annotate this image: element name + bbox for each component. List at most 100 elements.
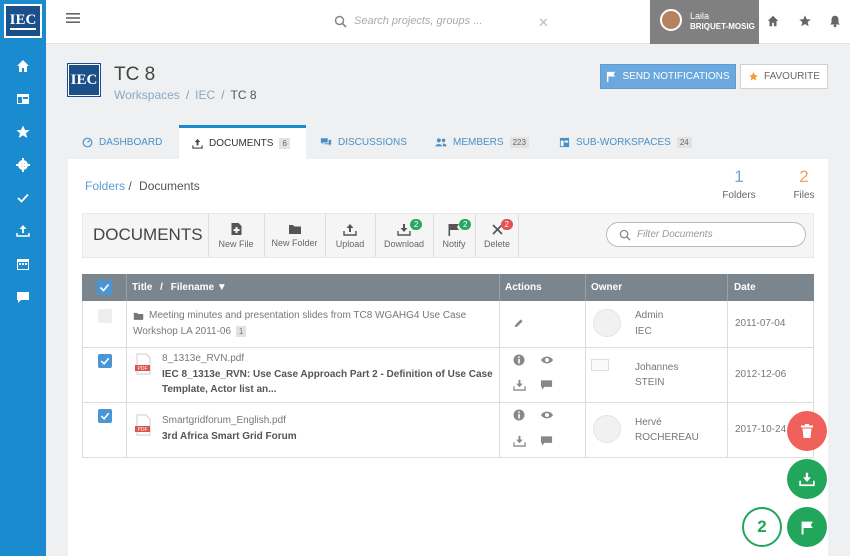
new-file-button[interactable]: New File (208, 214, 263, 257)
actions-header: Actions (505, 282, 542, 293)
comment-icon[interactable] (540, 379, 553, 391)
global-search[interactable]: Search projects, groups ... ✕ (334, 13, 549, 31)
breadcrumb-folders[interactable]: Folders (85, 179, 125, 193)
download-icon (799, 472, 815, 487)
tab-documents[interactable]: DOCUMENTS 6 (179, 125, 306, 159)
document-title[interactable]: 3rd Africa Smart Grid Forum (162, 431, 297, 442)
tab-dashboard[interactable]: DASHBOARD (82, 125, 162, 159)
eye-icon[interactable] (540, 355, 554, 365)
notify-fab[interactable] (787, 507, 827, 547)
calendar-icon[interactable] (15, 256, 31, 272)
folder-breadcrumb: Folders / Documents (85, 179, 200, 193)
search-input[interactable]: Search projects, groups ... (354, 15, 482, 27)
favourite-button[interactable]: FAVOURITE (740, 64, 828, 89)
home-icon[interactable] (766, 14, 780, 28)
breadcrumb-current: Documents (139, 179, 200, 193)
home-icon[interactable] (15, 58, 31, 74)
documents-toolbar: DOCUMENTS New File New Folder Upload 2 D… (82, 213, 814, 258)
check-icon (99, 283, 110, 292)
logo-text: IEC (9, 12, 37, 30)
row-checkbox[interactable] (98, 354, 112, 368)
document-title[interactable]: IEC 8_1313e_RVN: Use Case Approach Part … (162, 369, 493, 380)
breadcrumb-iec[interactable]: IEC (195, 88, 215, 102)
settings-icon[interactable] (15, 157, 31, 173)
document-title-line2[interactable]: Template, Actor list an... (162, 384, 276, 395)
tab-discussions[interactable]: DISCUSSIONS (320, 125, 407, 159)
tab-label: DISCUSSIONS (338, 136, 407, 148)
download-button[interactable]: 2 Download (375, 214, 432, 257)
user-menu[interactable]: Laila BRIQUET-MOSIG (650, 0, 759, 44)
download-label: Download (383, 238, 425, 249)
row-checkbox[interactable] (98, 409, 112, 423)
filter-documents-input[interactable]: Filter Documents (606, 222, 806, 247)
files-count: 2 (799, 167, 809, 186)
folder-name-line2[interactable]: Workshop LA 2011-06 1 (133, 326, 247, 337)
workspace-logo: IEC (67, 63, 101, 97)
tab-label: SUB-WORKSPACES (576, 136, 671, 148)
breadcrumb-separator: / (185, 88, 190, 102)
notify-button[interactable]: 2 Notify (433, 214, 474, 257)
selected-count: 2 (757, 517, 767, 536)
tab-sub-workspaces[interactable]: SUB-WORKSPACES 24 (559, 125, 692, 159)
download-badge: 2 (410, 218, 423, 230)
eye-icon[interactable] (540, 410, 554, 420)
dashboard-icon (82, 137, 93, 147)
upload-icon (192, 138, 203, 149)
table-row[interactable]: PDF Smartgridforum_English.pdf 3rd Afric… (82, 403, 814, 458)
delete-fab[interactable] (787, 411, 827, 451)
folders-count: 1 (734, 167, 744, 186)
favourite-label: FAVOURITE (764, 71, 820, 82)
tab-label: DASHBOARD (99, 136, 163, 148)
file-name[interactable]: 8_1313e_RVN.pdf (162, 353, 244, 364)
sort-desc-icon: ▼ (216, 282, 227, 293)
send-notifications-label: SEND NOTIFICATIONS (622, 71, 730, 82)
star-icon[interactable] (798, 14, 812, 28)
topbar: Search projects, groups ... ✕ Laila BRIQ… (46, 0, 850, 44)
table-row[interactable]: PDF 8_1313e_RVN.pdf IEC 8_1313e_RVN: Use… (82, 348, 814, 403)
download-icon[interactable] (513, 379, 526, 391)
chat-icon[interactable] (15, 289, 31, 305)
info-icon[interactable] (513, 354, 525, 366)
breadcrumb-workspaces[interactable]: Workspaces (114, 88, 180, 102)
delete-label: Delete (483, 238, 510, 249)
selected-count-fab[interactable]: 2 (742, 507, 782, 547)
owner-header[interactable]: Owner (591, 274, 622, 301)
upload-icon[interactable] (15, 223, 31, 239)
user-first-name: Laila (690, 11, 710, 21)
folder-icon (288, 225, 301, 234)
comment-icon[interactable] (540, 435, 553, 447)
pencil-icon[interactable] (513, 318, 524, 329)
date-header[interactable]: Date (734, 274, 756, 301)
iec-logo[interactable]: IEC (4, 4, 42, 38)
delete-button[interactable]: 2 Delete (475, 214, 519, 257)
search-icon (334, 15, 347, 28)
owner-avatar (593, 415, 621, 443)
star-icon[interactable] (15, 124, 31, 140)
flag-icon (607, 71, 616, 82)
send-notifications-button[interactable]: SEND NOTIFICATIONS (600, 64, 736, 89)
documents-title: DOCUMENTS (93, 225, 203, 244)
table-header: Title / Filename ▼ Actions Owner Date (82, 274, 814, 301)
file-name[interactable]: Smartgridforum_English.pdf (162, 415, 286, 426)
table-row[interactable]: Meeting minutes and presentation slides … (82, 301, 814, 348)
info-icon[interactable] (513, 409, 525, 421)
clear-search-icon[interactable]: ✕ (538, 15, 549, 31)
bell-icon[interactable] (828, 14, 842, 28)
title-filename-header[interactable]: Title / Filename ▼ (132, 274, 227, 301)
owner-avatar (593, 309, 621, 337)
select-all-checkbox[interactable] (97, 280, 112, 295)
new-folder-button[interactable]: New Folder (264, 214, 324, 257)
breadcrumb-current: TC 8 (230, 88, 257, 102)
menu-icon[interactable] (66, 12, 80, 24)
workspace-tabs: DASHBOARD DOCUMENTS 6 DISCUSSIONS MEMBER… (68, 125, 828, 159)
dashboard-icon[interactable] (15, 91, 31, 107)
check-icon[interactable] (15, 190, 31, 206)
folder-name[interactable]: Meeting minutes and presentation slides … (149, 310, 489, 321)
user-last-name: BRIQUET-MOSIG (690, 22, 755, 31)
notify-badge: 2 (459, 218, 472, 230)
download-fab[interactable] (787, 459, 827, 499)
download-icon[interactable] (513, 435, 526, 447)
tab-members[interactable]: MEMBERS 223 (435, 125, 529, 159)
upload-button[interactable]: Upload (325, 214, 374, 257)
row-checkbox[interactable] (98, 309, 112, 323)
